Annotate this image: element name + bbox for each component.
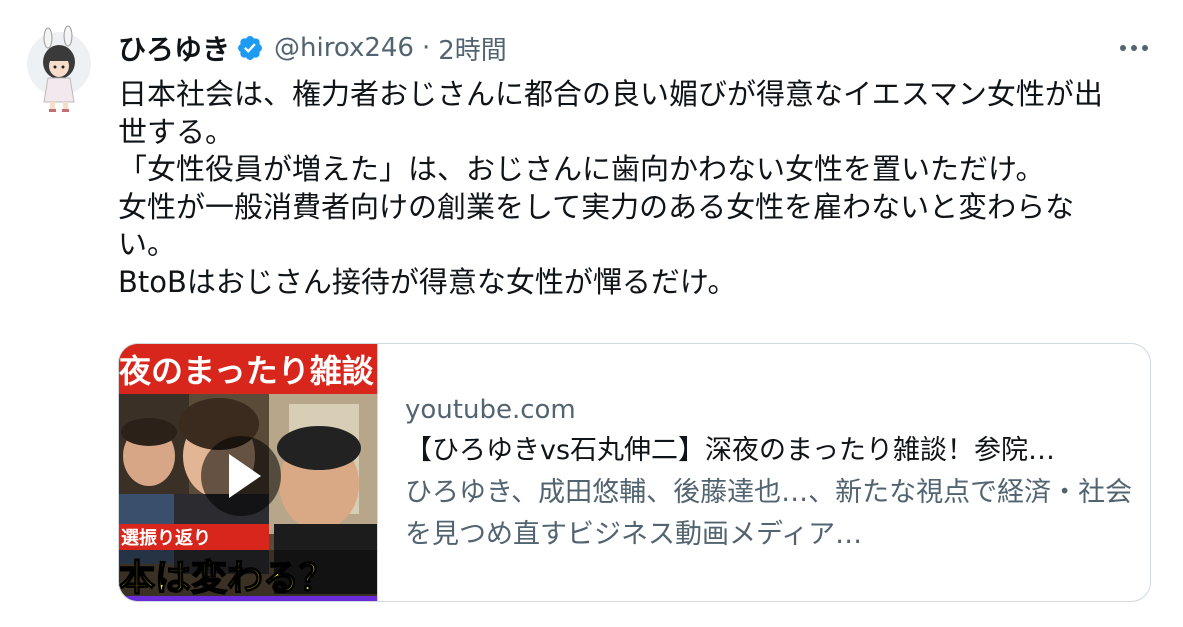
tweet-text-line: BtoBはおじさん接待が得意な女性が憚るだけ。 bbox=[118, 264, 737, 299]
tweet-text-line: 「女性役員が増えた」は、おじさんに歯向かわない女性を置いただけ。 bbox=[118, 152, 1045, 186]
thumbnail-mid-text: 選振り返り bbox=[121, 527, 211, 549]
link-preview-card[interactable]: 夜のまったり雑談 選振り返り 本は変わる？ youtube.com 【ひろゆきv… bbox=[118, 343, 1151, 602]
tweet-text-line: 世する。 bbox=[118, 114, 235, 149]
tweet-text-line: い。 bbox=[118, 227, 177, 261]
separator-dot: · bbox=[421, 33, 431, 63]
author-display-name[interactable]: ひろゆき bbox=[118, 28, 230, 68]
tweet[interactable]: ひろゆき @hirox246 · 2時間 日本社会は、権力者おじさんに都合の良い… bbox=[0, 0, 1183, 627]
card-info: youtube.com 【ひろゆきvs石丸伸二】深夜のまったり雑談！参院… ひろ… bbox=[405, 390, 1135, 556]
card-description: ひろゆき、成田悠輔、後藤達也…、新たな視点で経済・社会を見つめ直すビジネス動画メ… bbox=[405, 477, 1133, 550]
card-domain: youtube.com bbox=[405, 395, 576, 425]
verified-badge-icon[interactable] bbox=[236, 34, 264, 62]
avatar[interactable] bbox=[26, 24, 92, 114]
tweet-text-line: 女性が一般消費者向けの創業をして実力のある女性を雇わないと変わらな bbox=[118, 189, 1075, 224]
author-handle[interactable]: @hirox246 bbox=[274, 33, 414, 63]
tweet-text-line: 日本社会は、権力者おじさんに都合の良い媚びが得意なイエスマン女性が出 bbox=[118, 77, 1103, 111]
more-options-icon[interactable] bbox=[1118, 40, 1150, 56]
tweet-header: ひろゆき @hirox246 · 2時間 bbox=[118, 28, 507, 68]
video-thumbnail[interactable]: 夜のまったり雑談 選振り返り 本は変わる？ bbox=[119, 344, 378, 601]
thumbnail-top-text: 夜のまったり雑談 bbox=[119, 352, 375, 390]
tweet-text: 日本社会は、権力者おじさんに都合の良い媚びが得意なイエスマン女性が出 世する。 … bbox=[118, 76, 1158, 301]
tweet-timestamp[interactable]: 2時間 bbox=[438, 30, 507, 67]
thumbnail-bottom-text: 本は変わる？ bbox=[119, 557, 335, 599]
avatar-image bbox=[27, 25, 91, 112]
card-title[interactable]: 【ひろゆきvs石丸伸二】深夜のまったり雑談！参院… bbox=[405, 430, 1135, 472]
